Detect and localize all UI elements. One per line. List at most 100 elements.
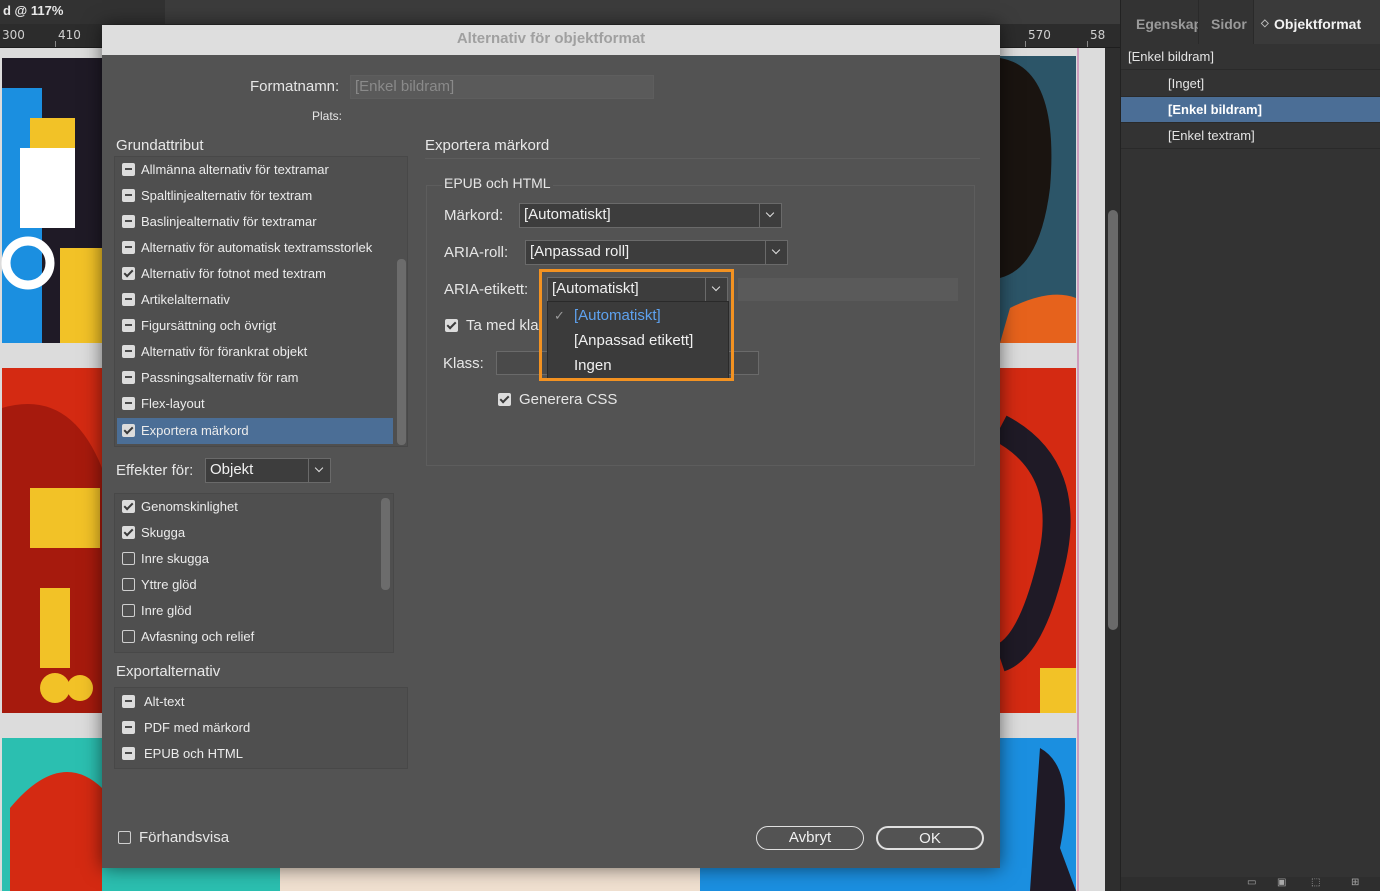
ruler-mark: 410	[58, 28, 81, 42]
effects-for-value: Objekt	[210, 461, 254, 478]
tab-properties[interactable]: Egenskap	[1121, 0, 1198, 44]
aria-role-label: ARIA-roll:	[444, 244, 509, 261]
divider	[425, 158, 980, 159]
list-item[interactable]: Flex-layout	[117, 391, 393, 417]
clear-attributes-icon[interactable]: ⬚	[1311, 877, 1320, 888]
checkbox[interactable]	[122, 371, 135, 384]
preview-checkbox[interactable]	[118, 831, 131, 844]
list-item-label: Skugga	[141, 525, 186, 540]
location-label: Plats:	[312, 109, 343, 123]
list-item[interactable]: Spaltlinjealternativ för textram	[117, 183, 393, 209]
list-item-label: Alternativ för fotnot med textram	[141, 266, 326, 281]
callout-highlight-box	[539, 269, 734, 381]
format-name-field[interactable]: [Enkel bildram]	[350, 75, 654, 99]
preview-label: Förhandsvisa	[139, 829, 230, 846]
aria-label-label: ARIA-etikett:	[444, 281, 529, 298]
list-item-label: Baslinjealternativ för textramar	[141, 214, 317, 229]
export-tags-header: Exportera märkord	[425, 137, 550, 154]
list-item[interactable]: Alternativ för förankrat objekt	[117, 339, 393, 365]
basic-attributes-header: Grundattribut	[116, 137, 204, 154]
list-item-label: Artikelalternativ	[141, 292, 230, 307]
checkbox[interactable]	[122, 526, 135, 539]
effects-for-label: Effekter för:	[116, 462, 194, 479]
list-item-label: PDF med märkord	[144, 720, 251, 735]
list-item[interactable]: [Enkel bildram]	[1121, 44, 1380, 70]
tab-pages[interactable]: Sidor	[1198, 0, 1253, 44]
effects-for-dropdown[interactable]: Objekt	[205, 458, 331, 483]
list-item-label: Yttre glöd	[141, 577, 197, 592]
list-item[interactable]: [Inget]	[1121, 71, 1380, 97]
list-item-label: Avfasning och relief	[141, 629, 255, 644]
list-item[interactable]: Figursättning och övrigt	[117, 313, 393, 339]
checkbox[interactable]	[122, 215, 135, 228]
export-options-header: Exportalternativ	[116, 663, 221, 680]
list-item-label: Alt-text	[144, 694, 185, 709]
list-item[interactable]: Alternativ för automatisk textramsstorle…	[117, 235, 393, 261]
list-item[interactable]: Artikelalternativ	[117, 287, 393, 313]
scrollbar-thumb[interactable]	[397, 259, 406, 445]
effects-list: Genomskinlighet Skugga Inre skugga Yttre…	[114, 493, 394, 653]
new-style-icon[interactable]: ⊞	[1351, 877, 1359, 888]
include-class-label: Ta med kla	[466, 317, 539, 334]
tab-object-styles[interactable]: ◇ Objektformat	[1253, 0, 1380, 44]
checkbox[interactable]	[122, 397, 135, 410]
checkbox[interactable]	[122, 721, 135, 734]
list-item-selected[interactable]: [Enkel bildram]	[1121, 97, 1380, 123]
chevron-down-icon	[759, 204, 781, 227]
checkbox[interactable]	[122, 345, 135, 358]
folder-icon[interactable]: ▭	[1247, 877, 1256, 888]
document-tab[interactable]: d @ 117%	[0, 0, 165, 24]
aria-role-dropdown[interactable]: [Anpassad roll]	[525, 240, 788, 265]
list-item-label: Alternativ för automatisk textramsstorle…	[141, 240, 373, 255]
list-item[interactable]: Baslinjealternativ för textramar	[117, 209, 393, 235]
checkbox[interactable]	[122, 695, 135, 708]
tag-dropdown[interactable]: [Automatiskt]	[519, 203, 782, 228]
list-item-label: Passningsalternativ för ram	[141, 370, 299, 385]
checkbox[interactable]	[122, 747, 135, 760]
class-label: Klass:	[443, 355, 484, 372]
ok-button[interactable]: OK	[876, 826, 984, 850]
list-item[interactable]: Alternativ för fotnot med textram	[117, 261, 393, 287]
clear-overrides-icon[interactable]: ▣	[1277, 877, 1286, 888]
scrollbar-thumb[interactable]	[381, 498, 390, 590]
checkbox[interactable]	[122, 241, 135, 254]
tab-object-styles-label: Objektformat	[1274, 16, 1362, 32]
ruler-mark: 58	[1090, 28, 1106, 42]
checkbox[interactable]	[122, 630, 135, 643]
list-item[interactable]: [Enkel textram]	[1121, 123, 1380, 149]
tab-bar	[165, 0, 1120, 24]
canvas-scrollbar-thumb[interactable]	[1108, 210, 1118, 630]
epub-group-header: EPUB och HTML	[442, 175, 553, 191]
checkbox[interactable]	[122, 500, 135, 513]
list-item-label: Figursättning och övrigt	[141, 318, 277, 333]
include-class-checkbox[interactable]	[445, 319, 458, 332]
checkbox[interactable]	[122, 604, 135, 617]
checkbox[interactable]	[122, 552, 135, 565]
chevron-down-icon	[308, 459, 330, 482]
list-item-label: Alternativ för förankrat objekt	[141, 344, 308, 359]
list-item[interactable]: Allmänna alternativ för textramar	[117, 157, 393, 183]
export-options-list: Alt-text PDF med märkord EPUB och HTML	[114, 687, 408, 769]
object-style-options-dialog: Alternativ för objektformat Formatnamn: …	[102, 25, 1000, 868]
generate-css-checkbox[interactable]	[498, 393, 511, 406]
tag-value: [Automatiskt]	[524, 206, 611, 223]
cancel-button[interactable]: Avbryt	[756, 826, 864, 850]
panel-grip-icon: ◇	[1261, 18, 1269, 29]
aria-label-text-field[interactable]	[738, 278, 958, 301]
checkbox[interactable]	[122, 267, 135, 280]
list-item-label: Genomskinlighet	[141, 499, 238, 514]
checkbox[interactable]	[122, 319, 135, 332]
checkbox[interactable]	[122, 293, 135, 306]
list-item[interactable]: Passningsalternativ för ram	[117, 365, 393, 391]
list-item-label: Inre skugga	[141, 551, 209, 566]
format-name-label: Formatnamn:	[250, 78, 340, 95]
list-item-label: Exportera märkord	[141, 423, 249, 438]
checkbox[interactable]	[122, 424, 135, 437]
list-item-label: EPUB och HTML	[144, 746, 243, 761]
checkbox[interactable]	[122, 578, 135, 591]
checkbox[interactable]	[122, 163, 135, 176]
aria-role-value: [Anpassad roll]	[530, 243, 630, 260]
chevron-down-icon	[765, 241, 787, 264]
checkbox[interactable]	[122, 189, 135, 202]
list-item-selected[interactable]: Exportera märkord	[117, 418, 393, 444]
